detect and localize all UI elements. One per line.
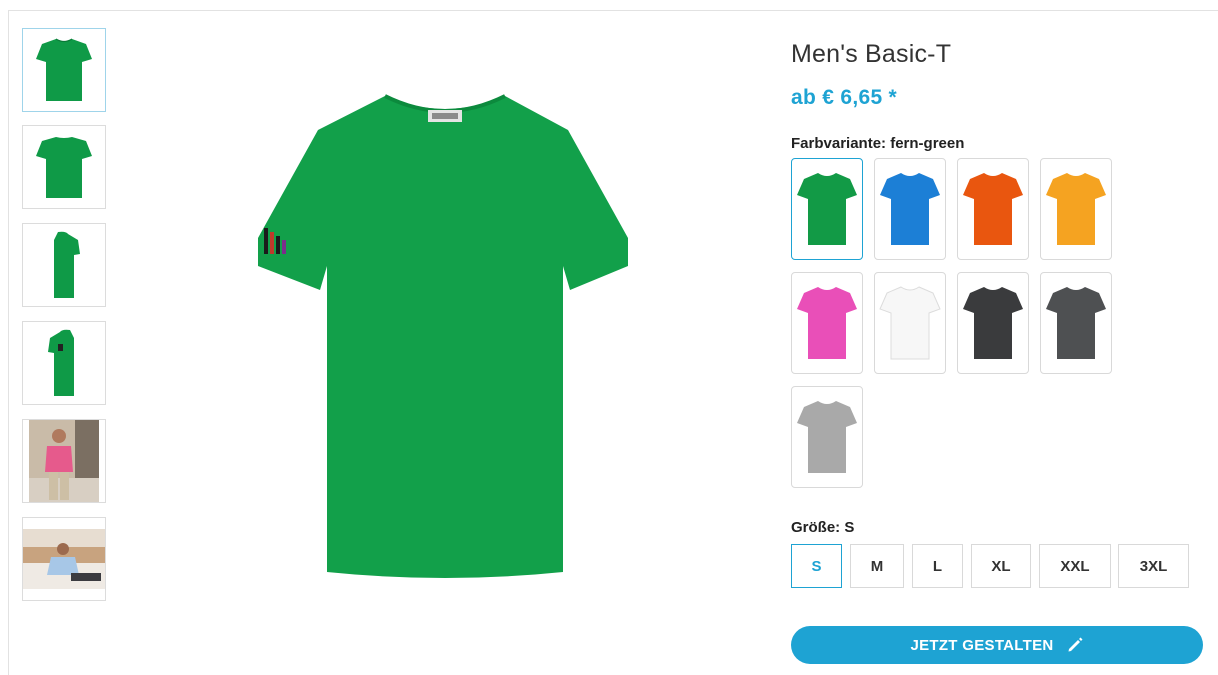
design-now-label: JETZT GESTALTEN bbox=[910, 636, 1054, 654]
tshirt-icon bbox=[879, 286, 941, 360]
tshirt-icon bbox=[1046, 173, 1106, 245]
color-swatch[interactable] bbox=[791, 158, 863, 260]
model-photo-icon bbox=[29, 420, 99, 502]
size-label: Größe: S bbox=[791, 519, 855, 536]
thumbnail-side-right[interactable] bbox=[22, 223, 106, 307]
thumbnail-back[interactable] bbox=[22, 125, 106, 209]
tshirt-back-icon bbox=[36, 137, 92, 198]
tshirt-icon bbox=[963, 287, 1023, 359]
size-option-xl[interactable]: XL bbox=[971, 544, 1031, 588]
color-swatch[interactable] bbox=[791, 272, 863, 374]
pencil-icon bbox=[1066, 636, 1084, 654]
size-option-l[interactable]: L bbox=[912, 544, 963, 588]
tshirt-icon bbox=[797, 173, 857, 245]
color-swatch[interactable] bbox=[874, 158, 946, 260]
tshirt-side-logo-icon bbox=[48, 329, 74, 396]
tshirt-front-icon bbox=[36, 38, 92, 101]
design-now-button[interactable]: JETZT GESTALTEN bbox=[791, 626, 1203, 664]
size-option-3xl[interactable]: 3XL bbox=[1118, 544, 1189, 588]
color-swatch[interactable] bbox=[874, 272, 946, 374]
main-product-image bbox=[258, 94, 628, 578]
model-photo-icon bbox=[23, 529, 105, 589]
color-swatch[interactable] bbox=[1040, 272, 1112, 374]
product-price: ab € 6,65 * bbox=[791, 86, 898, 109]
color-swatch[interactable] bbox=[957, 272, 1029, 374]
color-swatch[interactable] bbox=[791, 386, 863, 488]
thumbnail-model-pink[interactable] bbox=[22, 419, 106, 503]
product-title: Men's Basic-T bbox=[791, 40, 952, 68]
color-swatch[interactable] bbox=[957, 158, 1029, 260]
size-option-xxl[interactable]: XXL bbox=[1039, 544, 1111, 588]
size-option-s[interactable]: S bbox=[791, 544, 842, 588]
thumbnail-side-left[interactable] bbox=[22, 321, 106, 405]
tshirt-icon bbox=[797, 287, 857, 359]
tshirt-icon bbox=[963, 173, 1023, 245]
tshirt-icon bbox=[1046, 287, 1106, 359]
thumbnail-model-blue[interactable] bbox=[22, 517, 106, 601]
tshirt-icon bbox=[797, 401, 857, 473]
tshirt-side-icon bbox=[54, 231, 80, 298]
thumbnail-front[interactable] bbox=[22, 28, 106, 112]
tshirt-icon bbox=[880, 173, 940, 245]
size-option-m[interactable]: M bbox=[850, 544, 904, 588]
color-swatch[interactable] bbox=[1040, 158, 1112, 260]
color-variant-label: Farbvariante: fern-green bbox=[791, 135, 965, 152]
